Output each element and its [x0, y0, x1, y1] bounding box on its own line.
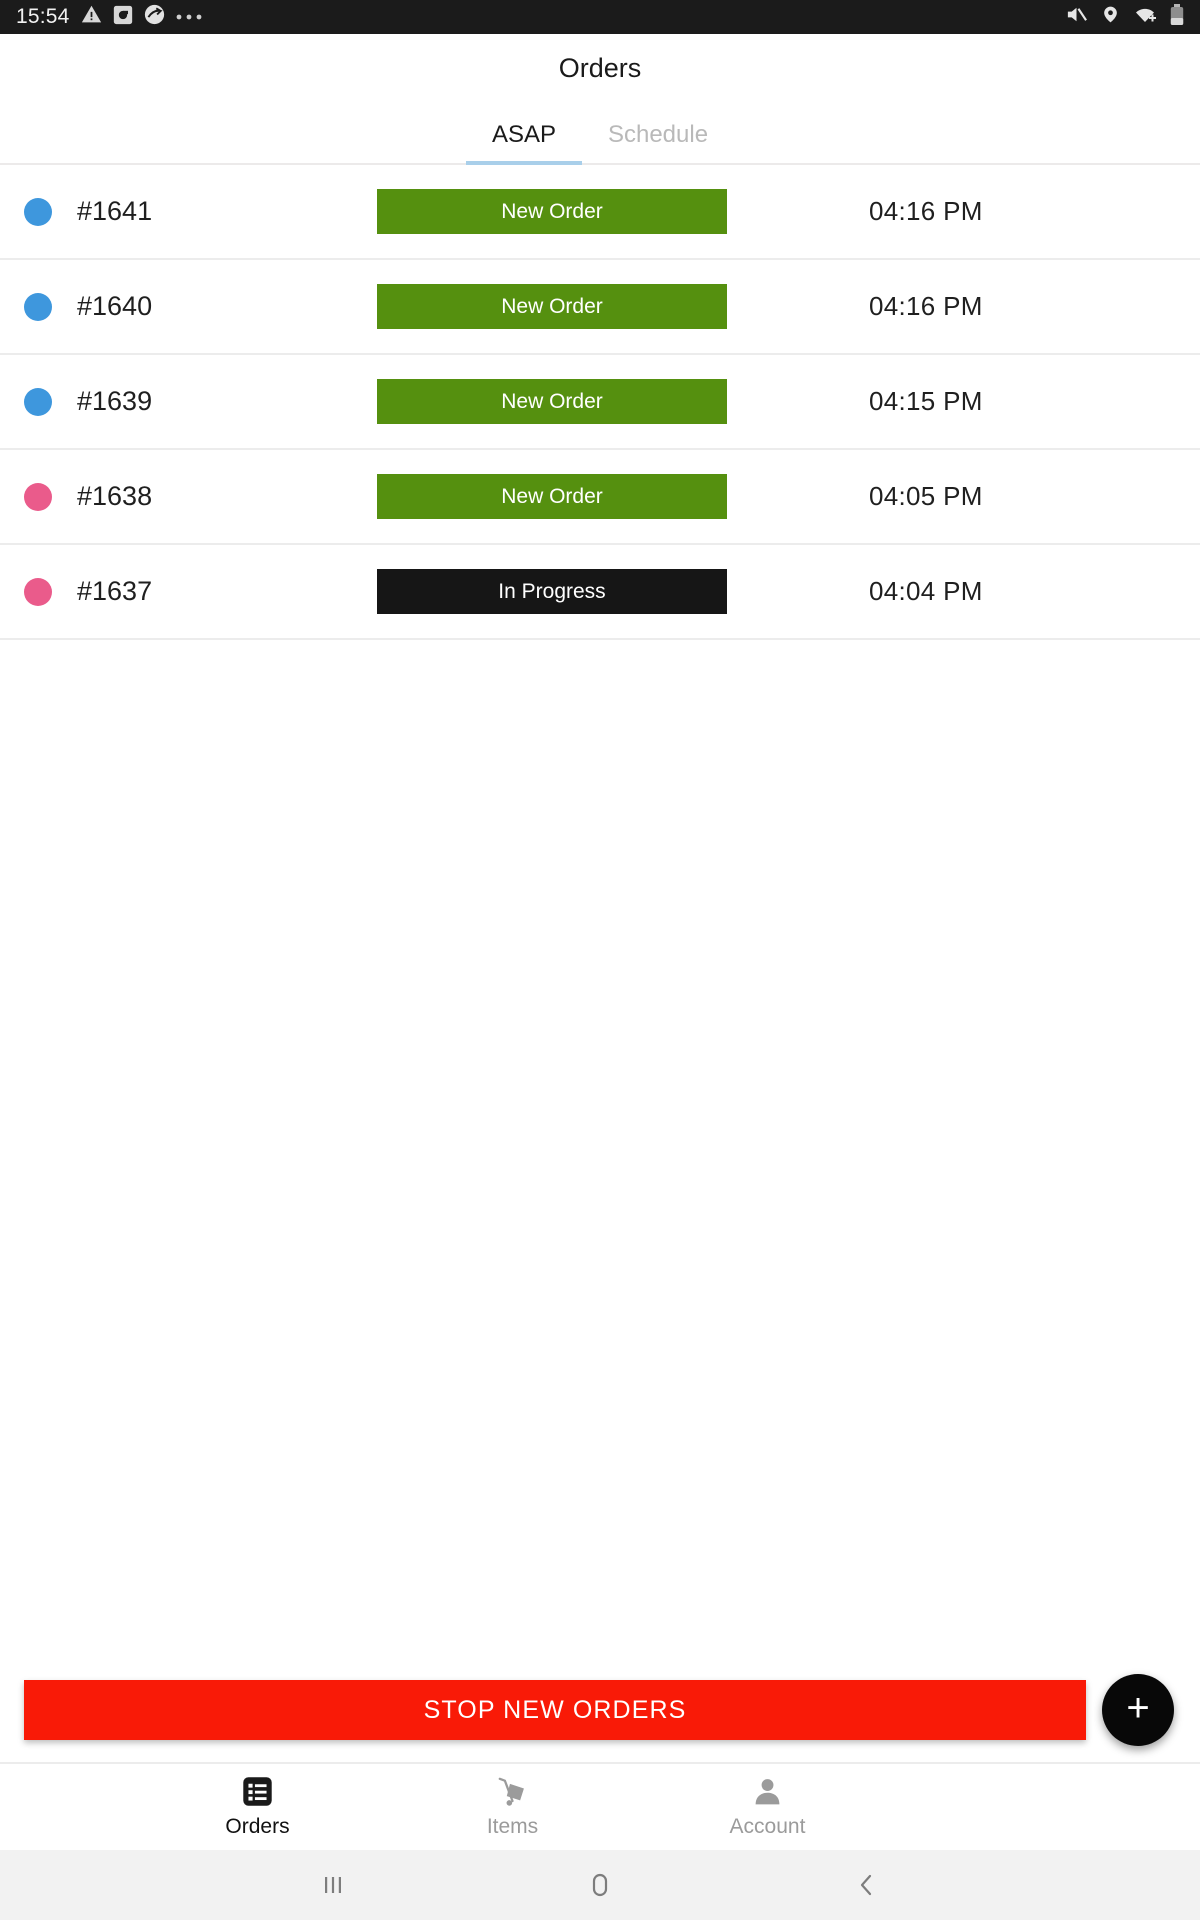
order-time: 04:16 PM: [869, 291, 983, 321]
add-order-fab[interactable]: +: [1102, 1674, 1174, 1746]
orders-list: #1641 New Order 04:16 PM #1640 New Order…: [0, 165, 1200, 640]
table-row[interactable]: #1640 New Order 04:16 PM: [0, 260, 1200, 355]
order-status-button[interactable]: New Order: [377, 189, 727, 234]
bottom-navigation: Orders Items Account: [0, 1762, 1200, 1850]
table-row[interactable]: #1639 New Order 04:15 PM: [0, 355, 1200, 450]
tab-asap[interactable]: ASAP: [465, 121, 582, 165]
home-icon[interactable]: [560, 1850, 640, 1920]
order-status-button[interactable]: New Order: [377, 379, 727, 424]
status-bar-left: 15:54: [16, 4, 202, 30]
nav-item-orders[interactable]: Orders: [130, 1776, 385, 1839]
battery-icon: [1170, 3, 1184, 31]
app-bar: Orders: [0, 34, 1200, 102]
back-icon[interactable]: [827, 1850, 907, 1920]
order-id: #1640: [77, 291, 153, 321]
android-status-bar: 15:54: [0, 0, 1200, 34]
app-window: 15:54 Orders ASAP Schedule #1641 New Ord…: [0, 0, 1200, 1920]
app-square-icon: [113, 5, 133, 30]
table-row[interactable]: #1637 In Progress 04:04 PM: [0, 545, 1200, 640]
wifi-icon: [1133, 5, 1157, 30]
order-status-button[interactable]: In Progress: [377, 569, 727, 614]
order-id: #1638: [77, 481, 153, 511]
status-dot: [24, 197, 52, 226]
order-status-button[interactable]: New Order: [377, 474, 727, 519]
tab-schedule[interactable]: Schedule: [582, 121, 734, 163]
volume-mute-icon: [1065, 3, 1088, 31]
plus-icon: +: [1126, 1686, 1150, 1730]
page-title: Orders: [558, 52, 642, 83]
order-id: #1639: [77, 386, 153, 416]
status-dot: [24, 387, 52, 416]
nav-label-account: Account: [729, 1814, 806, 1838]
table-row[interactable]: #1638 New Order 04:05 PM: [0, 450, 1200, 545]
order-time: 04:04 PM: [869, 576, 983, 606]
nav-label-orders: Orders: [225, 1814, 290, 1838]
status-dot: [24, 292, 52, 321]
tab-bar: ASAP Schedule: [0, 102, 1200, 165]
order-time: 04:15 PM: [869, 386, 983, 416]
warning-triangle-icon: [81, 4, 102, 30]
empty-list-area: [0, 640, 1200, 1662]
order-time: 04:16 PM: [869, 196, 983, 226]
action-area: STOP NEW ORDERS +: [0, 1662, 1200, 1762]
status-dot: [24, 577, 52, 606]
status-dot: [24, 482, 52, 511]
table-row[interactable]: #1641 New Order 04:16 PM: [0, 165, 1200, 260]
app-swoosh-icon: [144, 4, 165, 30]
recents-icon[interactable]: [293, 1850, 373, 1920]
status-bar-clock: 15:54: [16, 5, 70, 28]
person-icon: [752, 1776, 783, 1810]
trolley-icon: [496, 1776, 529, 1810]
nav-label-items: Items: [486, 1814, 539, 1838]
order-status-button[interactable]: New Order: [377, 284, 727, 329]
order-id: #1637: [77, 576, 153, 606]
stop-new-orders-button[interactable]: STOP NEW ORDERS: [24, 1680, 1086, 1740]
android-nav-bar: [0, 1850, 1200, 1920]
location-pin-icon: [1101, 3, 1120, 31]
nav-item-items[interactable]: Items: [385, 1776, 640, 1839]
nav-item-account[interactable]: Account: [640, 1776, 895, 1839]
order-id: #1641: [77, 196, 153, 226]
list-icon: [242, 1776, 273, 1810]
status-bar-right: [1065, 3, 1184, 31]
order-time: 04:05 PM: [869, 481, 983, 511]
overflow-dots-icon: [176, 8, 202, 26]
